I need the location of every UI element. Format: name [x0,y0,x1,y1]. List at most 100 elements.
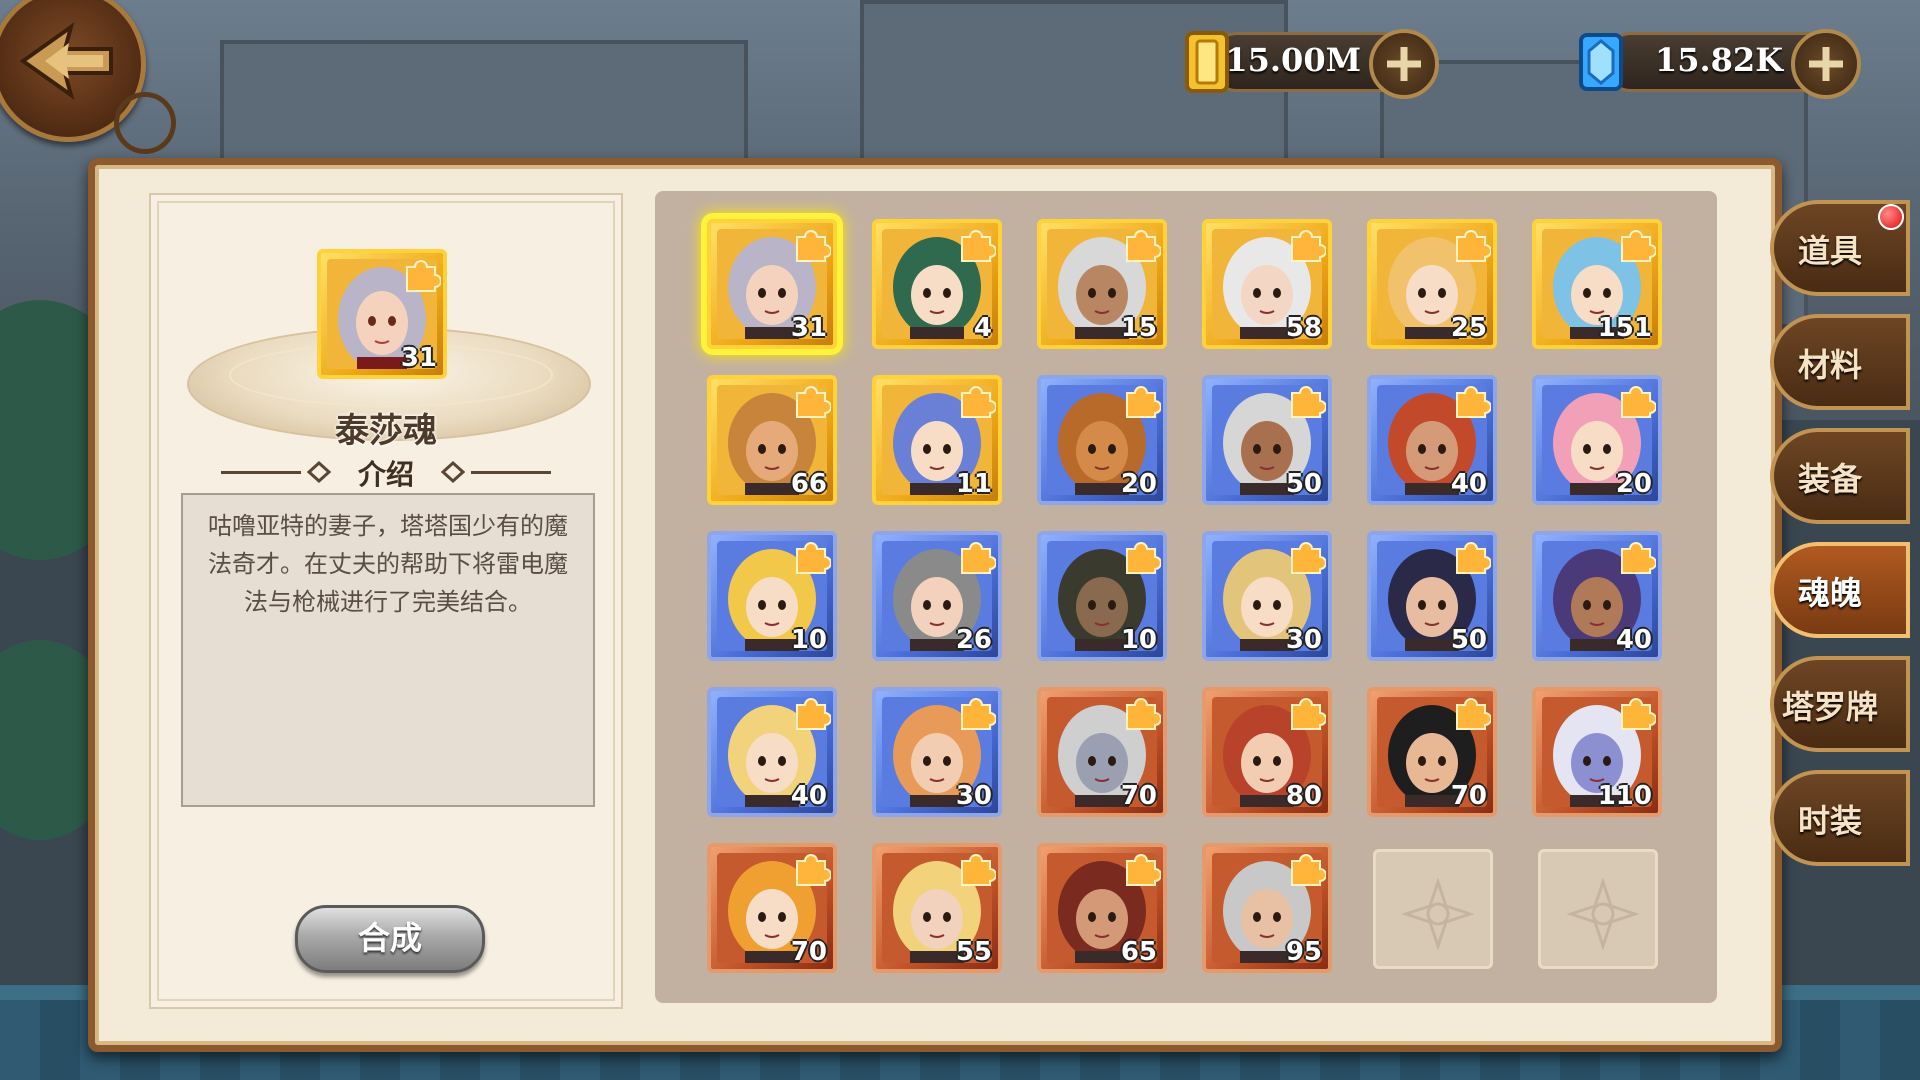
add-diamond-button[interactable] [1791,29,1861,99]
tab-3[interactable]: 魂魄 [1770,542,1910,638]
puzzle-piece-icon [1291,854,1326,886]
soul-count: 70 [790,937,827,967]
selected-soul-count: 31 [400,343,437,373]
soul-slot[interactable]: 10 [707,531,837,661]
puzzle-piece-icon [1621,230,1656,262]
gold-amount: 15.00M [1225,41,1361,79]
soul-count: 30 [955,781,992,811]
gold-currency-bar: 15.00M [1185,29,1439,99]
puzzle-piece-icon [796,854,831,886]
soul-slot[interactable]: 4 [872,219,1002,349]
puzzle-piece-icon [1126,854,1161,886]
tab-1[interactable]: 材料 [1770,314,1910,410]
soul-count: 10 [1120,625,1157,655]
soul-slot[interactable]: 66 [707,375,837,505]
soul-slot[interactable]: 55 [872,843,1002,973]
soul-count: 110 [1597,781,1652,811]
tab-label: 装备 [1797,460,1862,498]
diamond-icon [1579,33,1623,91]
soul-slot[interactable]: 70 [1367,687,1497,817]
soul-slot[interactable]: 151 [1532,219,1662,349]
soul-slot[interactable]: 30 [1202,531,1332,661]
soul-count: 10 [790,625,827,655]
tab-0[interactable]: 道具 [1770,200,1910,296]
puzzle-piece-icon [796,386,831,418]
soul-slot[interactable]: 65 [1037,843,1167,973]
empty-soul-slot [1373,849,1493,969]
selected-soul-name: 泰莎魂 [335,411,437,451]
soul-grid-area: 31 4 15 58 25 151 66 11 20 50 40 20 10 26 10 30 50 40 40 30… [655,191,1717,1003]
soul-slot[interactable]: 25 [1367,219,1497,349]
puzzle-piece-icon [406,260,441,292]
tab-label: 魂魄 [1797,574,1862,612]
soul-count: 55 [955,937,992,967]
intro-header: 介绍 [221,453,551,491]
soul-slot[interactable]: 10 [1037,531,1167,661]
intro-title: 介绍 [357,458,414,491]
puzzle-piece-icon [961,542,996,574]
soul-panel: 31 泰莎魂 介绍 咕噜亚特的妻子，塔塔国少有的魔法奇才。在丈夫的帮助下将雷电魔… [88,158,1782,1052]
puzzle-piece-icon [796,542,831,574]
soul-slot[interactable]: 50 [1202,375,1332,505]
soul-count: 151 [1597,313,1652,343]
soul-slot[interactable]: 31 [707,219,837,349]
soul-count: 70 [1120,781,1157,811]
puzzle-piece-icon [1291,230,1326,262]
tab-label: 道具 [1797,232,1862,270]
synthesize-button[interactable]: 合成 [295,905,485,973]
soul-count: 20 [1120,469,1157,499]
soul-slot[interactable]: 20 [1037,375,1167,505]
soul-count: 50 [1285,469,1322,499]
soul-slot[interactable]: 30 [872,687,1002,817]
back-arrow-icon [19,22,113,100]
soul-slot[interactable]: 40 [707,687,837,817]
soul-slot[interactable]: 40 [1532,531,1662,661]
puzzle-piece-icon [961,854,996,886]
soul-slot[interactable]: 20 [1532,375,1662,505]
soul-count: 40 [790,781,827,811]
tab-label: 时装 [1797,802,1862,840]
tab-label: 塔罗牌 [1781,688,1878,726]
soul-slot[interactable]: 70 [1037,687,1167,817]
puzzle-piece-icon [1456,542,1491,574]
soul-count: 65 [1120,937,1157,967]
gold-bar-icon [1185,31,1229,93]
soul-slot[interactable]: 110 [1532,687,1662,817]
soul-count: 26 [955,625,992,655]
tab-4[interactable]: 塔罗牌 [1770,656,1910,752]
puzzle-piece-icon [1621,698,1656,730]
empty-slot-emblem-icon [1567,878,1639,950]
puzzle-piece-icon [1456,386,1491,418]
soul-count: 4 [973,313,992,343]
soul-count: 11 [955,469,992,499]
tab-5[interactable]: 时装 [1770,770,1910,866]
soul-slot[interactable]: 11 [872,375,1002,505]
puzzle-piece-icon [1291,542,1326,574]
diamond-currency-bar: 15.82K [1579,29,1861,99]
soul-slot[interactable]: 26 [872,531,1002,661]
tab-2[interactable]: 装备 [1770,428,1910,524]
tab-label: 材料 [1797,346,1862,384]
soul-count: 80 [1285,781,1322,811]
soul-slot[interactable]: 50 [1367,531,1497,661]
puzzle-piece-icon [1291,698,1326,730]
soul-count: 66 [790,469,827,499]
soul-count: 30 [1285,625,1322,655]
soul-slot[interactable]: 58 [1202,219,1332,349]
soul-count: 95 [1285,937,1322,967]
puzzle-piece-icon [1621,542,1656,574]
puzzle-piece-icon [1621,386,1656,418]
puzzle-piece-icon [1126,386,1161,418]
diamond-amount: 15.82K [1654,41,1783,79]
puzzle-piece-icon [796,230,831,262]
add-gold-button[interactable] [1369,29,1439,99]
soul-slot[interactable]: 80 [1202,687,1332,817]
soul-count: 40 [1615,625,1652,655]
soul-slot[interactable]: 70 [707,843,837,973]
soul-slot[interactable]: 95 [1202,843,1332,973]
selected-soul-icon: 31 [317,249,447,379]
soul-slot[interactable]: 40 [1367,375,1497,505]
soul-count: 50 [1450,625,1487,655]
back-button-ring [114,92,176,154]
soul-slot[interactable]: 15 [1037,219,1167,349]
